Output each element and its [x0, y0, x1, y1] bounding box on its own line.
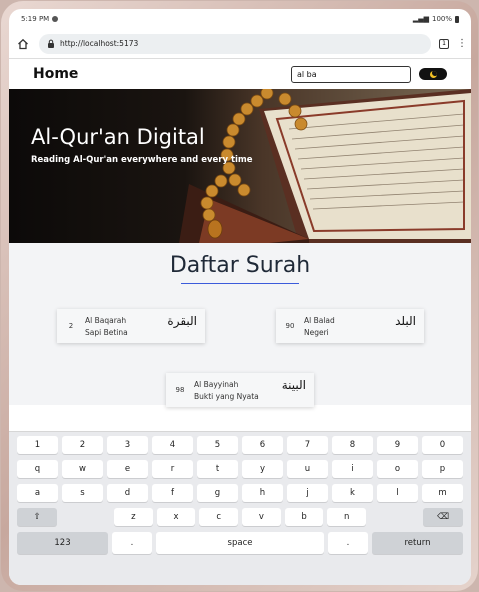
- signal-icon: ▂▄▆: [412, 15, 429, 23]
- hero-subtitle: Reading Al-Qur'an everywhere and every t…: [31, 155, 253, 165]
- space-key[interactable]: space: [156, 532, 324, 554]
- key[interactable]: s: [62, 484, 103, 502]
- key[interactable]: t: [197, 460, 238, 478]
- device-frame: 5:19 PM ▂▄▆ 100% http://localhost:5173 1…: [1, 1, 478, 591]
- shift-key[interactable]: ⇧: [17, 508, 57, 526]
- notification-icon: [52, 16, 59, 22]
- keyboard-row-bottom: 123 . space . return: [17, 532, 463, 554]
- key[interactable]: c: [199, 508, 239, 526]
- url-text[interactable]: http://localhost:5173: [60, 39, 138, 48]
- key[interactable]: i: [332, 460, 373, 478]
- search-input[interactable]: [291, 65, 411, 83]
- key[interactable]: m: [422, 484, 463, 502]
- theme-toggle[interactable]: [419, 68, 447, 80]
- tab-count: 1: [442, 40, 446, 47]
- surah-number: 90: [285, 322, 295, 330]
- key[interactable]: n: [327, 508, 367, 526]
- surah-card[interactable]: 90 Al Balad Negeri البلد: [276, 309, 424, 343]
- surah-latin-name: Al Bayyinah: [194, 379, 239, 389]
- surah-arabic-name: البينة: [281, 378, 306, 392]
- key[interactable]: h: [242, 484, 283, 502]
- surah-meaning: Sapi Betina: [85, 327, 128, 337]
- overflow-menu-icon[interactable]: ⋮: [457, 38, 467, 49]
- screen: 5:19 PM ▂▄▆ 100% http://localhost:5173 1…: [9, 9, 471, 585]
- key[interactable]: a: [17, 484, 58, 502]
- key[interactable]: z: [114, 508, 153, 526]
- key[interactable]: u: [287, 460, 328, 478]
- key[interactable]: r: [152, 460, 193, 478]
- surah-card[interactable]: 2 Al Baqarah Sapi Betina البقرة: [57, 309, 205, 343]
- status-bar: 5:19 PM ▂▄▆ 100%: [9, 9, 471, 29]
- on-screen-keyboard: 1 2 3 4 5 6 7 8 9 0 q w e r t y u i o p …: [9, 431, 471, 585]
- home-icon[interactable]: [15, 36, 31, 52]
- surah-meaning: Negeri: [304, 327, 329, 337]
- key[interactable]: 4: [152, 436, 193, 454]
- key[interactable]: o: [377, 460, 418, 478]
- surah-arabic-name: البلد: [395, 314, 416, 328]
- key[interactable]: k: [332, 484, 373, 502]
- key[interactable]: x: [156, 508, 196, 526]
- backspace-key[interactable]: ⌫: [423, 508, 464, 526]
- key[interactable]: 9: [377, 436, 418, 454]
- key[interactable]: 7: [287, 436, 328, 454]
- key-spacer: [370, 508, 419, 526]
- keyboard-row-numbers: 1 2 3 4 5 6 7 8 9 0: [17, 436, 463, 454]
- key[interactable]: p: [422, 460, 463, 478]
- url-bar[interactable]: http://localhost:5173: [39, 33, 431, 54]
- key[interactable]: d: [107, 484, 148, 502]
- surah-arabic-name: البقرة: [167, 314, 197, 328]
- section-title: Daftar Surah: [169, 253, 311, 278]
- title-underline: [181, 283, 299, 284]
- key[interactable]: y: [242, 460, 283, 478]
- battery-percent: 100%: [431, 15, 452, 23]
- moon-icon: [429, 70, 437, 78]
- key[interactable]: l: [377, 484, 418, 502]
- surah-number: 98: [175, 386, 185, 394]
- keyboard-row-qwerty: q w e r t y u i o p: [17, 460, 463, 478]
- key[interactable]: f: [152, 484, 193, 502]
- key[interactable]: j: [287, 484, 328, 502]
- tabs-icon[interactable]: 1: [439, 38, 449, 49]
- surah-list-section: Daftar Surah 2 Al Baqarah Sapi Betina ال…: [9, 243, 471, 407]
- numbers-toggle-key[interactable]: 123: [17, 532, 108, 554]
- key[interactable]: 3: [107, 436, 148, 454]
- return-key[interactable]: return: [372, 532, 463, 554]
- key[interactable]: 1: [17, 436, 58, 454]
- key[interactable]: 8: [332, 436, 373, 454]
- period-key[interactable]: .: [112, 532, 152, 554]
- key[interactable]: g: [197, 484, 238, 502]
- keyboard-row-zxcv: ⇧ z x c v b n ⌫: [17, 508, 464, 526]
- key[interactable]: e: [107, 460, 148, 478]
- key[interactable]: q: [17, 460, 58, 478]
- key[interactable]: 5: [197, 436, 238, 454]
- surah-number: 2: [68, 322, 74, 330]
- lock-icon: [48, 39, 54, 48]
- browser-toolbar: http://localhost:5173 1 ⋮: [9, 29, 471, 59]
- hero-title: Al-Qur'an Digital: [31, 125, 205, 149]
- nav-title[interactable]: Home: [33, 66, 78, 82]
- surah-latin-name: Al Baqarah: [85, 315, 127, 325]
- key[interactable]: v: [242, 508, 281, 526]
- key-spacer: [61, 508, 110, 526]
- surah-card[interactable]: 98 Al Bayyinah Bukti yang Nyata البينة: [166, 373, 314, 407]
- key[interactable]: 6: [242, 436, 283, 454]
- quran-book-illustration: [179, 89, 471, 243]
- status-time: 5:19 PM: [21, 15, 50, 23]
- battery-icon: [455, 15, 459, 23]
- key[interactable]: b: [284, 508, 324, 526]
- key[interactable]: 0: [422, 436, 463, 454]
- keyboard-row-asdf: a s d f g h j k l m: [17, 484, 463, 502]
- hero-banner: Al-Qur'an Digital Reading Al-Qur'an ever…: [9, 89, 471, 243]
- surah-meaning: Bukti yang Nyata: [194, 391, 259, 401]
- key[interactable]: w: [62, 460, 103, 478]
- period-key[interactable]: .: [328, 532, 368, 554]
- app-navbar: Home: [9, 59, 471, 89]
- key[interactable]: 2: [62, 436, 103, 454]
- surah-latin-name: Al Balad: [304, 315, 335, 325]
